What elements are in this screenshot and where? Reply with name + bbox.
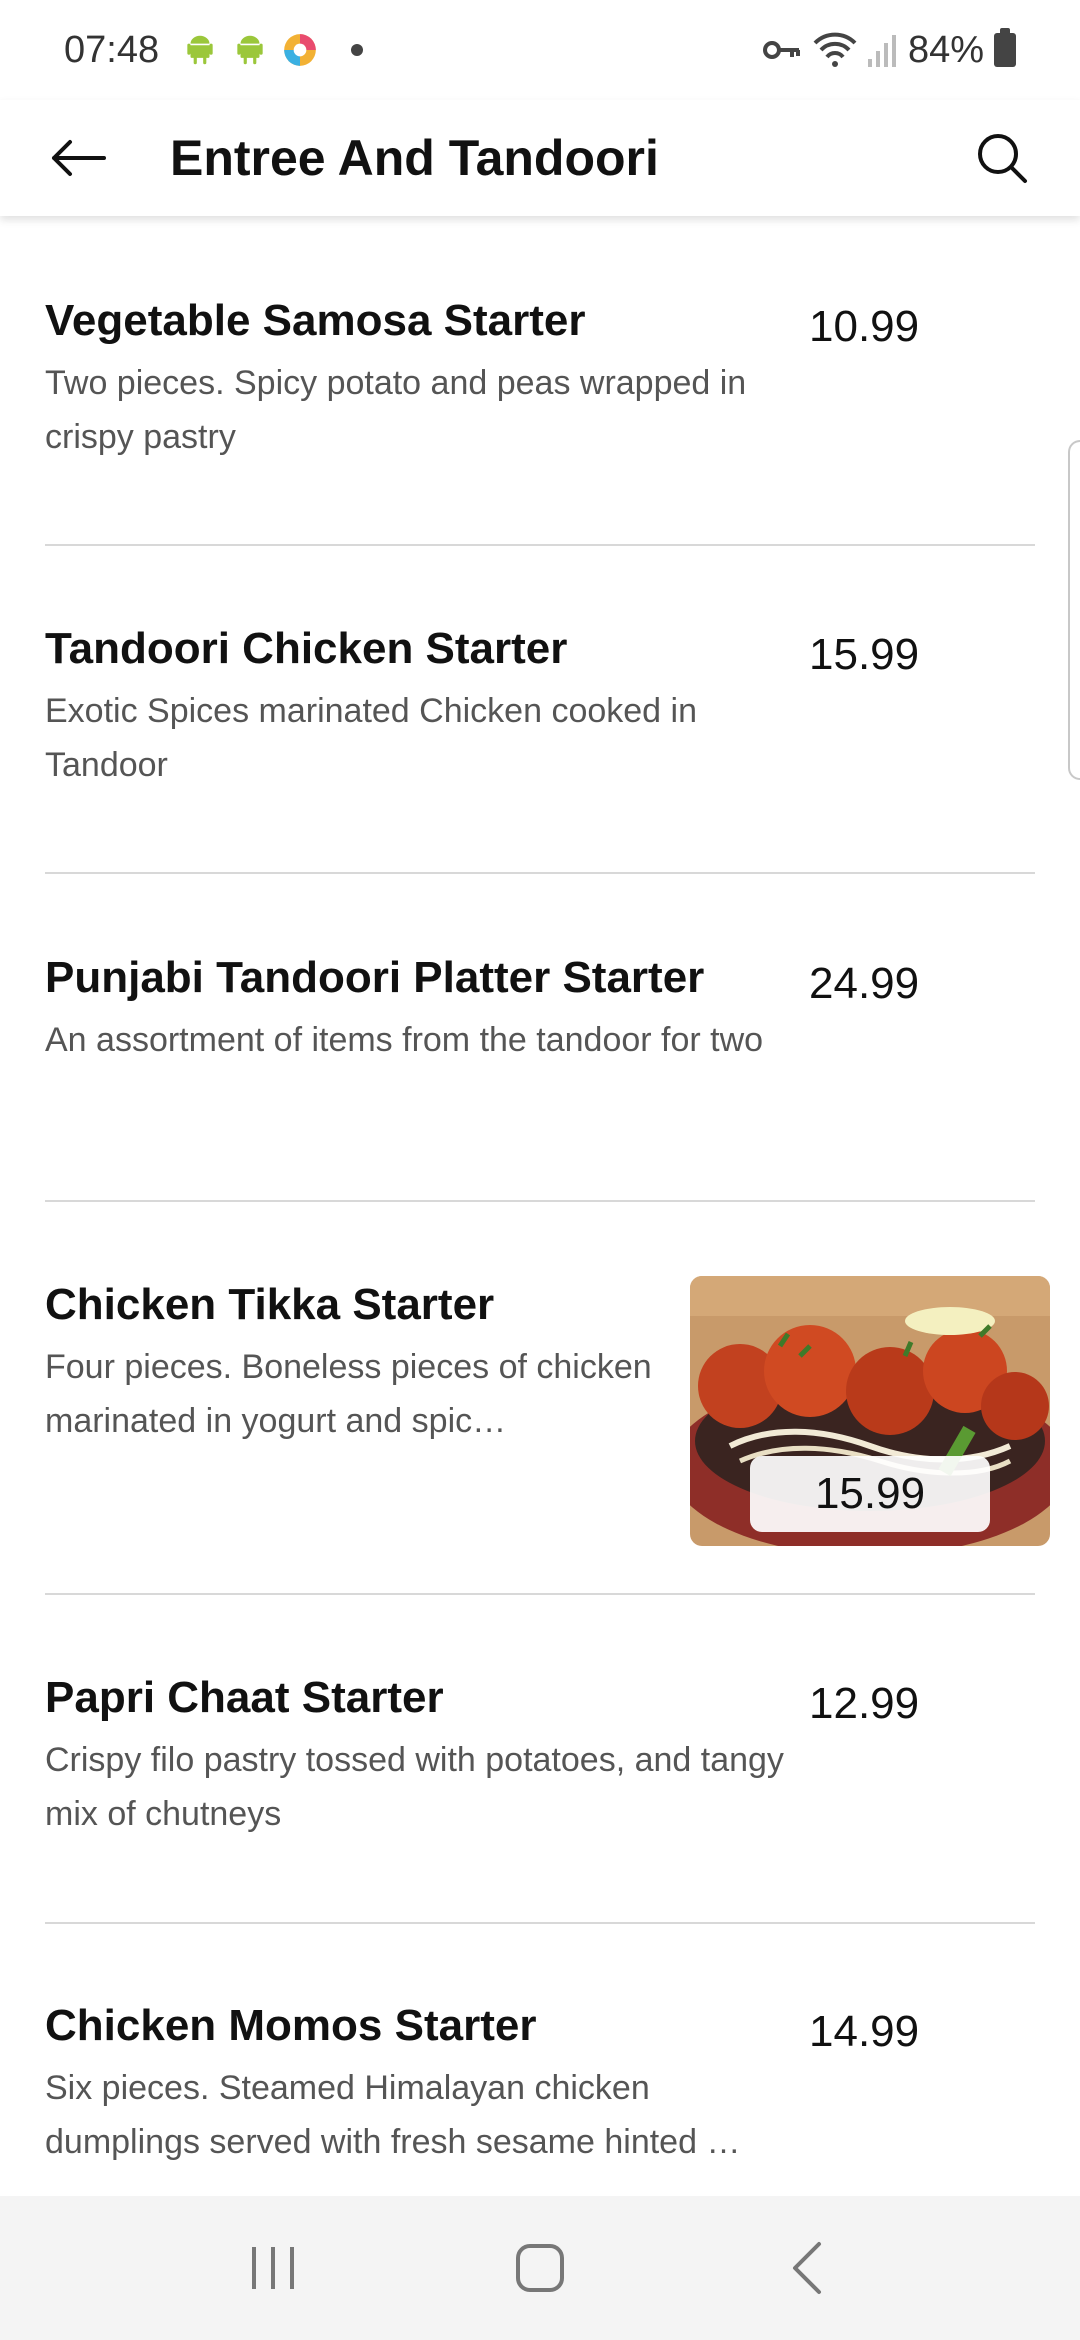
divider bbox=[45, 872, 1035, 874]
item-price: 12.99 bbox=[809, 1679, 920, 1728]
page-title: Entree And Tandoori bbox=[170, 130, 659, 186]
android-icon bbox=[237, 35, 263, 65]
system-nav-bar bbox=[0, 2196, 1080, 2340]
back-nav-icon bbox=[792, 2242, 821, 2294]
recents-icon bbox=[252, 2247, 295, 2289]
battery-icon bbox=[994, 28, 1016, 67]
item-description: Six pieces. Steamed Himalayan chicken du… bbox=[45, 2069, 741, 2161]
vpn-key-icon bbox=[762, 41, 800, 59]
more-notifications-dot-icon bbox=[351, 44, 364, 56]
home-button[interactable] bbox=[490, 2218, 590, 2318]
item-description: Two pieces. Spicy potato and peas wrappe… bbox=[45, 364, 747, 456]
item-name: Vegetable Samosa Starter bbox=[45, 296, 586, 345]
search-icon bbox=[978, 134, 1027, 183]
recents-button[interactable] bbox=[223, 2218, 323, 2318]
menu-list[interactable]: Vegetable Samosa Starter Two pieces. Spi… bbox=[0, 216, 1080, 2196]
home-icon bbox=[515, 2244, 564, 2292]
app-bar: Entree And Tandoori bbox=[0, 100, 1080, 216]
item-name: Punjabi Tandoori Platter Starter bbox=[45, 953, 705, 1002]
status-bar: 07:48 84% bbox=[0, 0, 1080, 100]
arrow-left-icon bbox=[52, 140, 106, 176]
app-icon bbox=[284, 34, 316, 66]
status-time: 07:48 bbox=[64, 28, 160, 71]
item-name: Chicken Momos Starter bbox=[45, 2001, 537, 2050]
divider bbox=[45, 1200, 1035, 1202]
item-description: An assortment of items from the tandoor … bbox=[45, 1021, 764, 1059]
image-price-badge: 15.99 bbox=[750, 1456, 990, 1532]
search-button[interactable] bbox=[964, 120, 1040, 196]
back-nav-button[interactable] bbox=[757, 2218, 857, 2318]
android-icon bbox=[187, 35, 213, 65]
notification-icons bbox=[181, 31, 364, 69]
item-image[interactable]: 15.99 bbox=[690, 1276, 1050, 1546]
item-name: Papri Chaat Starter bbox=[45, 1673, 444, 1722]
item-name: Chicken Tikka Starter bbox=[45, 1280, 495, 1329]
back-button[interactable] bbox=[40, 120, 116, 196]
divider bbox=[45, 1922, 1035, 1924]
item-price: 14.99 bbox=[809, 2007, 920, 2056]
divider bbox=[45, 1593, 1035, 1595]
divider bbox=[45, 544, 1035, 546]
item-description: Crispy filo pastry tossed with potatoes,… bbox=[45, 1741, 784, 1833]
scroll-handle[interactable] bbox=[1068, 440, 1080, 780]
item-price: 15.99 bbox=[809, 630, 920, 679]
item-price: 10.99 bbox=[809, 302, 920, 351]
system-status: 84% bbox=[762, 28, 1016, 72]
item-description: Four pieces. Boneless pieces of chicken … bbox=[45, 1348, 652, 1440]
item-name: Tandoori Chicken Starter bbox=[45, 624, 568, 673]
battery-percent: 84% bbox=[907, 28, 984, 71]
item-price: 24.99 bbox=[809, 959, 920, 1008]
wifi-icon bbox=[813, 32, 857, 67]
item-description: Exotic Spices marinated Chicken cooked i… bbox=[45, 692, 697, 784]
signal-icon bbox=[867, 35, 896, 67]
